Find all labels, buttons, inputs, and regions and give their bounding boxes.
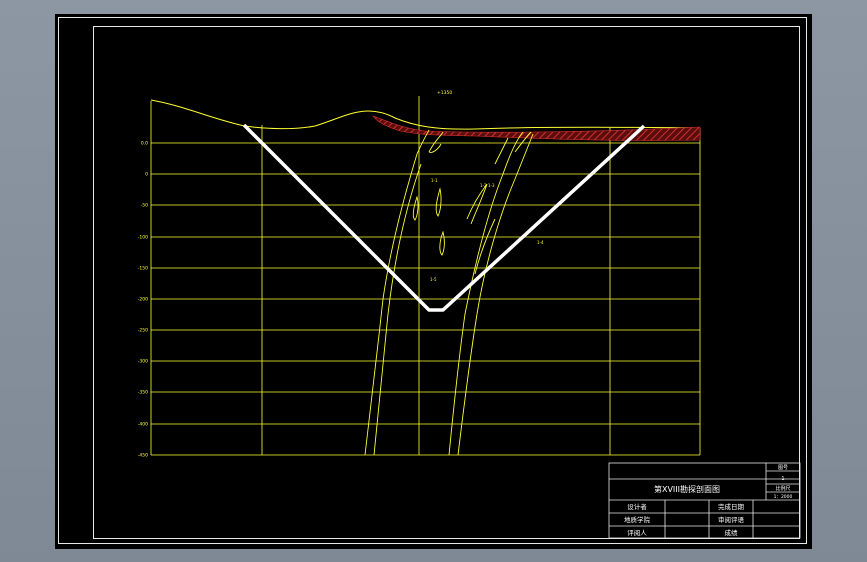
school-label: 地质学院 xyxy=(624,515,651,524)
depth-label: -450 xyxy=(138,453,148,459)
ore-note: 1-5 xyxy=(430,277,437,282)
drawing-number-label: 图号 xyxy=(778,465,788,471)
review-comments-label: 审阅评语 xyxy=(718,515,745,524)
top-elevation-label: +1350 xyxy=(437,90,452,96)
ore-body-boundary xyxy=(466,183,488,225)
drawing-sheet: +1350 0.0 0 -50 -100 -150 -200 -250 -300 -350 -40… xyxy=(55,14,812,549)
cross-section-drawing: +1350 0.0 0 -50 -100 -150 -200 -250 -300 -350 -40… xyxy=(138,90,801,539)
scale-value: 1：2000 xyxy=(774,494,793,500)
scale-label: 比例尺 xyxy=(775,485,790,492)
drawing-title: 第XVIII勘探剖面图 xyxy=(654,484,720,494)
ore-note: 1-1 xyxy=(431,178,438,183)
terrain-profile xyxy=(150,99,701,130)
depth-label: -50 xyxy=(141,203,148,209)
weathered-cover-hatch xyxy=(372,115,701,141)
depth-label: -300 xyxy=(138,359,148,365)
depth-label: -350 xyxy=(138,390,148,396)
open-pit-outline xyxy=(242,123,646,312)
drawing-number-value: 1 xyxy=(781,476,784,482)
ore-note: 1-2 xyxy=(480,183,487,188)
geological-contacts xyxy=(364,129,534,456)
depth-label: -100 xyxy=(138,235,148,241)
title-block xyxy=(608,462,801,539)
ore-lens xyxy=(439,230,445,256)
depth-label: -200 xyxy=(138,297,148,303)
ore-note: 1-4 xyxy=(537,240,544,245)
ore-note: 1-3 xyxy=(488,183,495,188)
depth-label: 0.0 xyxy=(141,141,148,147)
designer-label: 设计者 xyxy=(627,502,647,511)
ore-lens xyxy=(435,187,442,217)
depth-label: -400 xyxy=(138,422,148,428)
reviewer-label: 评阅人 xyxy=(627,529,647,537)
ore-lens xyxy=(412,195,419,221)
depth-label: -150 xyxy=(138,266,148,272)
depth-label: -250 xyxy=(138,328,148,334)
completion-date-label: 完成日期 xyxy=(718,502,745,511)
depth-labels: 0.0 0 -50 -100 -150 -200 -250 -300 -350 -400 -450 xyxy=(138,141,148,459)
title-block-frame xyxy=(608,462,801,539)
grade-label: 成绩 xyxy=(725,528,739,537)
depth-label: 0 xyxy=(145,172,148,178)
